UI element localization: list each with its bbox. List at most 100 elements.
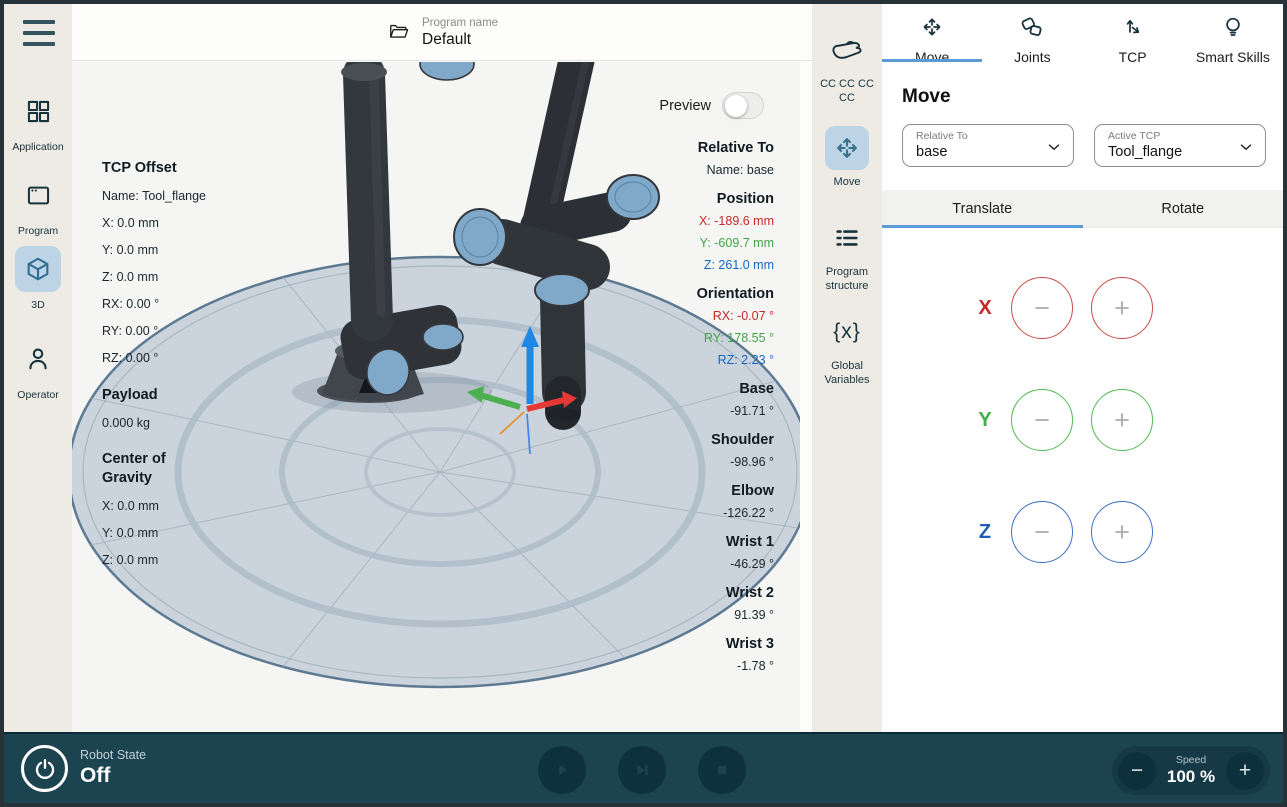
program-header: Program name Default	[72, 4, 812, 61]
program-window-icon	[15, 172, 61, 218]
rail-item-move[interactable]: Move	[812, 126, 882, 190]
joints-icon	[1020, 15, 1044, 44]
relative-to-dropdown[interactable]: Relative To base	[902, 124, 1074, 167]
subtab-rotate[interactable]: Rotate	[1083, 190, 1284, 227]
rail-item-label: Program structure	[816, 266, 878, 293]
cog-x: X: 0.0 mm	[102, 493, 206, 520]
jog-axis-z-label: Z	[974, 521, 996, 544]
tab-label: TCP	[1119, 49, 1147, 65]
joint-wrist1-value: -46.29 °	[697, 553, 774, 575]
folder-icon[interactable]	[388, 21, 410, 43]
payload-title: Payload	[102, 385, 206, 405]
tab-label: Move	[915, 49, 949, 65]
tcp-offset-z: Z: 0.0 mm	[102, 264, 206, 291]
jog-x-minus-button[interactable]: −	[1011, 277, 1073, 339]
dropdown-label: Relative To	[916, 130, 1039, 143]
move-arrows-icon	[920, 15, 944, 44]
skip-forward-button[interactable]	[618, 746, 666, 794]
panel-tabs: Move Joints TCP Smart Skills	[882, 4, 1283, 62]
speed-readout: Speed 100 %	[1156, 754, 1226, 787]
orientation-rz: RZ: 2.23 °	[697, 349, 774, 371]
jog-axis-y-label: Y	[974, 409, 996, 432]
pose-info-overlay: Relative To Name: base Position X: -189.…	[697, 138, 774, 685]
panel-title: Move	[902, 86, 951, 108]
joint-shoulder-label: Shoulder	[697, 430, 774, 451]
power-icon	[33, 757, 57, 781]
sidebar-item-label: Operator	[17, 389, 58, 401]
joint-wrist2-label: Wrist 2	[697, 583, 774, 604]
rail-item-program-structure[interactable]: Program structure	[812, 216, 882, 293]
robot-control-bar: Robot State Off − Speed 100 % +	[4, 732, 1283, 803]
tab-move[interactable]: Move	[882, 4, 982, 62]
rail-item-label: Move	[816, 176, 878, 190]
freedrive-hand-icon	[825, 28, 869, 72]
move-panel: Move Joints TCP Smart Skills Move Relati…	[882, 4, 1283, 732]
jog-y-minus-button[interactable]: −	[1011, 389, 1073, 451]
sidebar-item-operator[interactable]: Operator	[4, 336, 72, 401]
preview-toggle[interactable]	[722, 92, 764, 119]
tcp-offset-name: Name: Tool_flange	[102, 183, 206, 210]
jog-row-z: Z − +	[882, 501, 1153, 563]
speed-control: − Speed 100 % +	[1112, 746, 1270, 795]
joint-wrist3-label: Wrist 3	[697, 634, 774, 655]
robot-state-label: Robot State	[80, 747, 146, 763]
hamburger-menu-icon[interactable]	[23, 20, 55, 46]
jog-row-y: Y − +	[882, 389, 1153, 451]
sidebar-item-3d[interactable]: 3D	[4, 246, 72, 311]
program-name[interactable]: Default	[422, 30, 498, 49]
dropdown-value: base	[916, 143, 1039, 161]
orientation-rx: RX: -0.07 °	[697, 305, 774, 327]
tcp-offset-title: TCP Offset	[102, 158, 206, 178]
position-z: Z: 261.0 mm	[697, 254, 774, 276]
speed-plus-button[interactable]: +	[1226, 752, 1264, 790]
orientation-title: Orientation	[697, 284, 774, 305]
power-button[interactable]	[21, 745, 68, 792]
speed-label: Speed	[1156, 754, 1226, 767]
application-grid-icon	[15, 88, 61, 134]
jog-axis-x-label: X	[974, 297, 996, 320]
tcp-offset-y: Y: 0.0 mm	[102, 237, 206, 264]
sidebar-item-program[interactable]: Program	[4, 172, 72, 237]
preview-row: Preview	[659, 92, 764, 119]
sidebar-item-label: 3D	[31, 299, 44, 311]
preview-label: Preview	[659, 98, 711, 114]
robot-3d-viewport[interactable]: Preview TCP Offset Name: Tool_flange X: …	[72, 62, 800, 732]
tcp-offset-rz: RZ: 0.00 °	[102, 345, 206, 372]
jog-z-plus-button[interactable]: +	[1091, 501, 1153, 563]
jog-y-plus-button[interactable]: +	[1091, 389, 1153, 451]
toggle-knob	[725, 95, 747, 117]
list-icon	[825, 216, 869, 260]
rail-item-global-variables[interactable]: {x} Global Variables	[812, 310, 882, 387]
move-arrows-icon	[825, 126, 869, 170]
tcp-offset-ry: RY: 0.00 °	[102, 318, 206, 345]
tab-tcp[interactable]: TCP	[1083, 4, 1183, 62]
stop-icon	[711, 759, 733, 781]
relative-to-name: Name: base	[697, 159, 774, 181]
operator-person-icon	[15, 336, 61, 382]
speed-minus-button[interactable]: −	[1118, 752, 1156, 790]
joint-elbow-value: -126.22 °	[697, 502, 774, 524]
position-title: Position	[697, 189, 774, 210]
active-tcp-dropdown[interactable]: Active TCP Tool_flange	[1094, 124, 1266, 167]
sidebar-item-application[interactable]: Application	[4, 88, 72, 153]
tab-smart-skills[interactable]: Smart Skills	[1183, 4, 1283, 62]
subtab-translate[interactable]: Translate	[882, 190, 1083, 227]
skip-forward-icon	[631, 759, 653, 781]
jog-z-minus-button[interactable]: −	[1011, 501, 1073, 563]
joint-base-value: -91.71 °	[697, 400, 774, 422]
play-button[interactable]	[538, 746, 586, 794]
main-sidebar: Application Program 3D Operator	[4, 4, 72, 732]
orientation-ry: RY: 178.55 °	[697, 327, 774, 349]
sidebar-item-label: Program	[18, 225, 58, 237]
rail-item-label: CC CC CC CC	[816, 78, 878, 105]
stop-button[interactable]	[698, 746, 746, 794]
rail-item-freedrive[interactable]: CC CC CC CC	[812, 28, 882, 105]
tcp-info-overlay: TCP Offset Name: Tool_flange X: 0.0 mm Y…	[102, 158, 206, 574]
tab-joints[interactable]: Joints	[982, 4, 1082, 62]
chevron-down-icon	[1045, 138, 1063, 161]
position-x: X: -189.6 mm	[697, 210, 774, 232]
jog-x-plus-button[interactable]: +	[1091, 277, 1153, 339]
cog-z: Z: 0.0 mm	[102, 547, 206, 574]
joint-base-label: Base	[697, 379, 774, 400]
program-name-label: Program name	[422, 16, 498, 30]
